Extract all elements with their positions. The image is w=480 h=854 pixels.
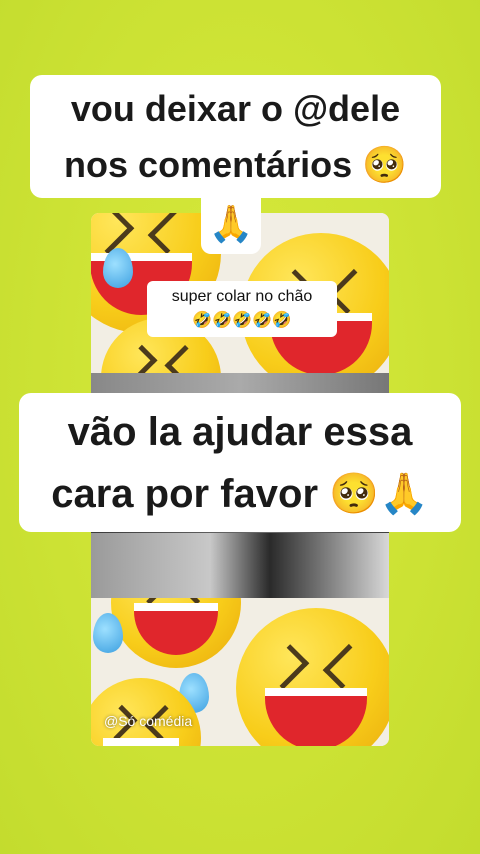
- top-caption-bubble: vou deixar o @dele nos comentários 🥺: [30, 75, 441, 198]
- small-caption-emojis: 🤣🤣🤣🤣🤣: [192, 312, 292, 329]
- middle-caption-line-1: vão la ajudar essa: [67, 410, 413, 454]
- small-caption-bubble: super colar no chão 🤣🤣🤣🤣🤣: [147, 281, 337, 337]
- top-caption-tail: 🙏: [201, 196, 261, 254]
- top-caption-line-1: vou deixar o @dele: [70, 88, 401, 129]
- middle-caption-bubble: vão la ajudar essa cara por favor 🥺🙏: [19, 393, 461, 532]
- small-caption-line-1: super colar no chão: [171, 288, 313, 305]
- laughing-emoji-icon: [111, 598, 241, 668]
- middle-caption-line-2: cara por favor 🥺🙏: [51, 472, 429, 516]
- praying-hands-icon: 🙏: [208, 203, 254, 244]
- tear-icon: [103, 248, 133, 288]
- laughing-emoji-icon: [236, 608, 389, 746]
- watermark: @Só comédia: [104, 713, 193, 729]
- top-caption-line-2: nos comentários 🥺: [64, 144, 407, 185]
- tear-icon: [93, 613, 123, 653]
